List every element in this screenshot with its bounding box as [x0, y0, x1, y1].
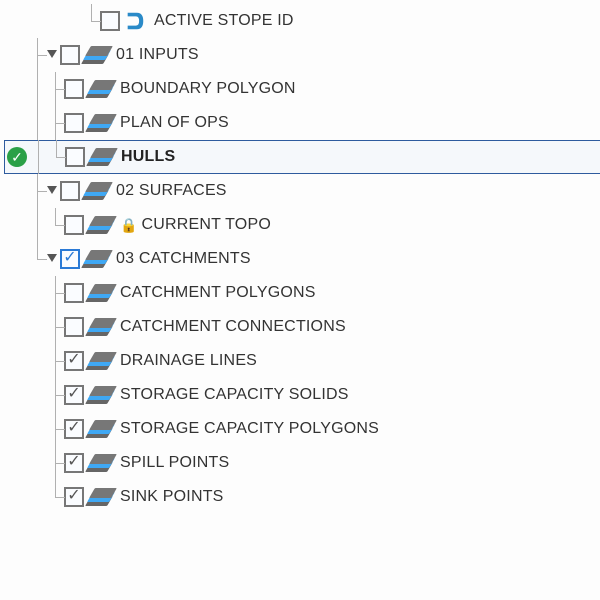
tree-connector: [46, 106, 64, 140]
layers-icon: [82, 180, 110, 202]
tree-label: STORAGE CAPACITY SOLIDS: [120, 386, 349, 404]
tree-connector: [46, 446, 64, 480]
status-ok-icon: ✓: [5, 147, 29, 167]
tree-row-storage-capacity-solids[interactable]: STORAGE CAPACITY SOLIDS: [4, 378, 600, 412]
tree-label: BOUNDARY POLYGON: [120, 80, 296, 98]
tree-connector: [28, 344, 46, 378]
lock-icon: 🔒: [120, 217, 137, 234]
tree-connector: [46, 310, 64, 344]
tree-label: STORAGE CAPACITY POLYGONS: [120, 420, 379, 438]
tree-label: CATCHMENT POLYGONS: [120, 284, 316, 302]
checkbox[interactable]: [64, 79, 84, 99]
tree-label: 03 CATCHMENTS: [116, 250, 251, 268]
tree-row-sink-points[interactable]: SINK POINTS: [4, 480, 600, 514]
tree-connector: [46, 4, 64, 38]
expander-icon[interactable]: [46, 49, 58, 61]
tree-connector: [46, 412, 64, 446]
tree-row-active-stope-id[interactable]: ACTIVE STOPE ID: [4, 4, 600, 38]
checkbox[interactable]: [60, 45, 80, 65]
tree-connector: [29, 140, 47, 174]
tree-connector: [28, 106, 46, 140]
tree-row-drainage-lines[interactable]: DRAINAGE LINES: [4, 344, 600, 378]
checkbox[interactable]: [64, 385, 84, 405]
tree-connector: [47, 140, 65, 174]
checkbox[interactable]: [60, 181, 80, 201]
tree-connector: [28, 378, 46, 412]
tree-connector: [46, 344, 64, 378]
tree-connector: [28, 242, 46, 276]
checkbox[interactable]: [64, 113, 84, 133]
layers-icon: [86, 214, 114, 236]
checkbox[interactable]: [60, 249, 80, 269]
layers-icon: [86, 486, 114, 508]
checkbox[interactable]: [64, 487, 84, 507]
tree-connector: [28, 446, 46, 480]
tree-row-catchments[interactable]: 03 CATCHMENTS: [4, 242, 600, 276]
checkbox[interactable]: [64, 453, 84, 473]
layers-icon: [86, 350, 114, 372]
expander-icon[interactable]: [46, 185, 58, 197]
checkbox[interactable]: [64, 317, 84, 337]
tree-connector: [82, 4, 100, 38]
tree-row-plan-of-ops[interactable]: PLAN OF OPS: [4, 106, 600, 140]
checkbox[interactable]: [64, 283, 84, 303]
tree-connector: [28, 412, 46, 446]
tree-label: SPILL POINTS: [120, 454, 229, 472]
tree-connector: [28, 310, 46, 344]
layers-icon: [82, 44, 110, 66]
layers-icon: [86, 112, 114, 134]
tree-connector: [28, 208, 46, 242]
checkbox[interactable]: [100, 11, 120, 31]
tree-label: CURRENT TOPO: [141, 216, 271, 234]
tree-label: HULLS: [121, 148, 175, 166]
checkbox[interactable]: [64, 215, 84, 235]
tree-row-catchment-polygons[interactable]: CATCHMENT POLYGONS: [4, 276, 600, 310]
layers-icon: [82, 248, 110, 270]
tree-row-storage-capacity-polygons[interactable]: STORAGE CAPACITY POLYGONS: [4, 412, 600, 446]
tree-row-spill-points[interactable]: SPILL POINTS: [4, 446, 600, 480]
tree-label: 02 SURFACES: [116, 182, 227, 200]
tree-row-hulls[interactable]: ✓ HULLS: [4, 140, 600, 174]
tree-label: SINK POINTS: [120, 488, 224, 506]
tree-connector: [46, 378, 64, 412]
tree-connector: [64, 4, 82, 38]
tree-row-surfaces[interactable]: 02 SURFACES: [4, 174, 600, 208]
tree-connector: [28, 72, 46, 106]
layers-icon: [87, 146, 115, 168]
tree-row-current-topo[interactable]: 🔒 CURRENT TOPO: [4, 208, 600, 242]
tree-connector: [46, 208, 64, 242]
layers-icon: [86, 282, 114, 304]
tree-label: ACTIVE STOPE ID: [154, 12, 294, 30]
tree-label: CATCHMENT CONNECTIONS: [120, 318, 346, 336]
checkbox[interactable]: [65, 147, 85, 167]
tree-connector: [28, 480, 46, 514]
tree-label: PLAN OF OPS: [120, 114, 229, 132]
d-logo-icon: [122, 10, 148, 32]
tree-connector: [46, 72, 64, 106]
tree-label: DRAINAGE LINES: [120, 352, 257, 370]
layers-icon: [86, 384, 114, 406]
checkbox[interactable]: [64, 419, 84, 439]
tree-connector: [46, 480, 64, 514]
tree-connector: [28, 174, 46, 208]
tree-row-inputs[interactable]: 01 INPUTS: [4, 38, 600, 72]
layers-icon: [86, 78, 114, 100]
expander-icon[interactable]: [46, 253, 58, 265]
tree-row-boundary-polygon[interactable]: BOUNDARY POLYGON: [4, 72, 600, 106]
tree-connector: [28, 276, 46, 310]
tree-row-catchment-connections[interactable]: CATCHMENT CONNECTIONS: [4, 310, 600, 344]
layers-icon: [86, 316, 114, 338]
tree-connector: [28, 4, 46, 38]
layers-icon: [86, 418, 114, 440]
layers-icon: [86, 452, 114, 474]
tree-connector: [28, 38, 46, 72]
tree-connector: [46, 276, 64, 310]
checkbox[interactable]: [64, 351, 84, 371]
tree-label: 01 INPUTS: [116, 46, 199, 64]
